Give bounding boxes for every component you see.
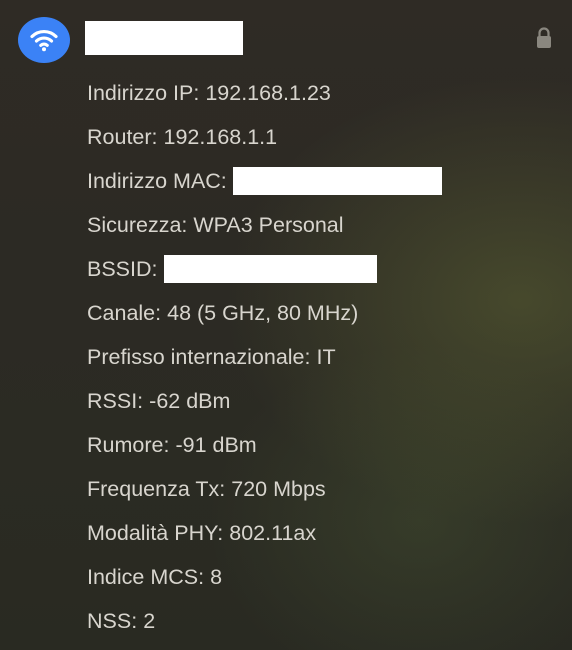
detail-mcs-index: Indice MCS: 8: [87, 555, 442, 599]
detail-label: Modalità PHY:: [87, 521, 224, 545]
detail-label: Indirizzo MAC:: [87, 169, 227, 193]
detail-router: Router: 192.168.1.1: [87, 115, 442, 159]
lock-icon: [535, 26, 553, 50]
detail-label: BSSID:: [87, 257, 158, 281]
detail-label: Sicurezza:: [87, 213, 188, 237]
detail-label: RSSI:: [87, 389, 144, 413]
detail-country-code: Prefisso internazionale: IT: [87, 335, 442, 379]
detail-value: 720 Mbps: [231, 477, 326, 501]
wifi-details-panel: Indirizzo IP: 192.168.1.23 Router: 192.1…: [0, 0, 572, 650]
detail-value: 8: [210, 565, 223, 589]
detail-value: 192.168.1.1: [163, 125, 278, 149]
detail-label: Indice MCS:: [87, 565, 205, 589]
detail-security: Sicurezza: WPA3 Personal: [87, 203, 442, 247]
detail-value: -62 dBm: [149, 389, 231, 413]
detail-mac: Indirizzo MAC:: [87, 159, 442, 203]
network-name-redacted: [85, 21, 243, 55]
detail-label: Indirizzo IP:: [87, 81, 200, 105]
mac-address-redacted: [232, 167, 442, 195]
wifi-glyph: [30, 29, 58, 52]
detail-bssid: BSSID:: [87, 247, 442, 291]
detail-value: 802.11ax: [229, 521, 317, 545]
details-list: Indirizzo IP: 192.168.1.23 Router: 192.1…: [87, 71, 442, 643]
detail-phy-mode: Modalità PHY: 802.11ax: [87, 511, 442, 555]
detail-nss: NSS: 2: [87, 599, 442, 643]
detail-value: WPA3 Personal: [193, 213, 344, 237]
detail-value: 2: [143, 609, 156, 633]
detail-ip: Indirizzo IP: 192.168.1.23: [87, 71, 442, 115]
detail-label: NSS:: [87, 609, 138, 633]
detail-label: Prefisso internazionale:: [87, 345, 311, 369]
detail-noise: Rumore: -91 dBm: [87, 423, 442, 467]
detail-rssi: RSSI: -62 dBm: [87, 379, 442, 423]
detail-label: Frequenza Tx:: [87, 477, 226, 501]
bssid-redacted: [163, 255, 377, 283]
wifi-icon[interactable]: [18, 17, 70, 63]
detail-value: IT: [316, 345, 336, 369]
detail-label: Rumore:: [87, 433, 170, 457]
detail-tx-rate: Frequenza Tx: 720 Mbps: [87, 467, 442, 511]
detail-value: 192.168.1.23: [205, 81, 331, 105]
detail-label: Router:: [87, 125, 158, 149]
detail-label: Canale:: [87, 301, 162, 325]
detail-value: -91 dBm: [175, 433, 257, 457]
detail-value: 48 (5 GHz, 80 MHz): [167, 301, 359, 325]
detail-channel: Canale: 48 (5 GHz, 80 MHz): [87, 291, 442, 335]
